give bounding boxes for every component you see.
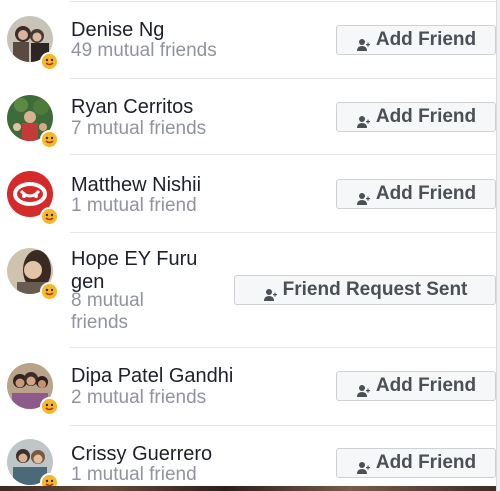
list-item-hope-ey-furugen: Hope EY Furu gen 8 mutual friends Friend… (0, 232, 496, 347)
add-friend-label: Add Friend (375, 375, 477, 396)
friend-name[interactable]: Crissy Guerrero (71, 443, 212, 466)
mutual-friends-count[interactable]: 7 mutual friends (71, 118, 206, 140)
friend-name[interactable]: Hope EY Furu gen (71, 248, 197, 294)
emoji-badge-icon (40, 130, 59, 149)
list-item-crissy-guerrero: Crissy Guerrero 1 mutual friend Add Frie… (0, 425, 496, 491)
mutual-friends-count[interactable]: 1 mutual friend (71, 195, 197, 217)
friend-name[interactable]: Matthew Nishii (71, 174, 201, 197)
mutual-friends-count[interactable]: 8 mutual friends (71, 290, 144, 334)
friend-name[interactable]: Ryan Cerritos (71, 96, 193, 119)
add-friend-button[interactable]: Add Friend (336, 102, 496, 132)
friend-request-sent-button[interactable]: Friend Request Sent (234, 275, 496, 305)
add-friend-icon (356, 456, 370, 474)
add-friend-icon (356, 379, 370, 397)
friend-name[interactable]: Dipa Patel Gandhi (71, 365, 233, 388)
add-friend-icon (263, 283, 277, 301)
friend-name-line-1: Hope EY Furu (71, 248, 198, 270)
add-friend-icon (356, 110, 370, 128)
friend-name[interactable]: Denise Ng (71, 19, 164, 42)
emoji-badge-icon (40, 52, 59, 71)
list-item-denise-ng: Denise Ng 49 mutual friends Add Friend (0, 0, 496, 78)
emoji-badge-icon (40, 397, 59, 416)
mutual-friends-line-1: 8 mutual (71, 290, 144, 311)
mutual-friends-line-2: friends (71, 312, 129, 333)
emoji-badge-icon (40, 207, 59, 226)
list-item-ryan-cerritos: Ryan Cerritos 7 mutual friends Add Frien… (0, 78, 496, 154)
add-friend-button[interactable]: Add Friend (336, 179, 496, 209)
add-friend-label: Add Friend (375, 183, 477, 204)
add-friend-label: Add Friend (375, 452, 477, 473)
list-item-matthew-nishii: Matthew Nishii 1 mutual friend Add Frien… (0, 154, 496, 232)
add-friend-icon (356, 33, 370, 51)
list-item-dipa-patel-gandhi: Dipa Patel Gandhi 2 mutual friends Add F… (0, 347, 496, 425)
mutual-friends-count[interactable]: 49 mutual friends (71, 40, 217, 62)
add-friend-button[interactable]: Add Friend (336, 448, 496, 478)
add-friend-icon (356, 187, 370, 205)
add-friend-button[interactable]: Add Friend (336, 25, 496, 55)
mutual-friends-count[interactable]: 2 mutual friends (71, 387, 206, 409)
scrollbar-track[interactable] (496, 0, 500, 491)
mutual-friends-count[interactable]: 1 mutual friend (71, 464, 197, 486)
emoji-badge-icon (40, 282, 59, 301)
people-you-may-know-list: Denise Ng 49 mutual friends Add Friend R… (0, 0, 500, 491)
add-friend-label: Add Friend (375, 106, 477, 127)
add-friend-label: Add Friend (375, 29, 477, 50)
add-friend-button[interactable]: Add Friend (336, 371, 496, 401)
page-background-strip (0, 486, 500, 491)
friend-request-sent-label: Friend Request Sent (282, 279, 468, 300)
